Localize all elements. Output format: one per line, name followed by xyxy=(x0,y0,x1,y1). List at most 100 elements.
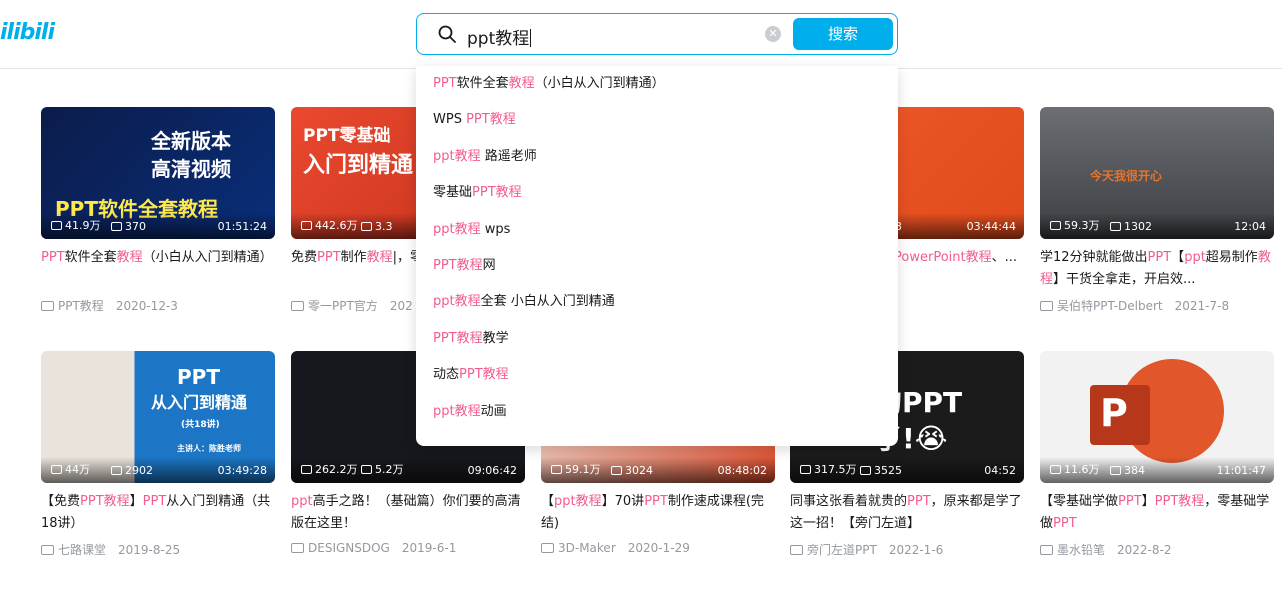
video-meta: DESIGNSDOG 2019-6-1 xyxy=(291,541,525,555)
danmaku-icon xyxy=(111,466,122,475)
danmaku-count: 370 xyxy=(111,220,146,233)
video-title[interactable]: 【免费PPT教程】PPT从入门到精通（共18讲） xyxy=(41,491,275,535)
suggestion-text: ppt xyxy=(433,148,455,164)
suggestion-item[interactable]: 动态PPT教程 xyxy=(416,357,898,393)
video-title[interactable]: 【ppt教程】70讲PPT制作速成课程(完结) xyxy=(541,491,775,535)
thumbnail-text: 主讲人：陈胜老师 xyxy=(177,444,241,453)
suggestion-text: PPT xyxy=(433,76,457,91)
video-card[interactable]: 全新版本 高清视频 PPT软件全套教程 41.9万 370 01:51:24 PPT软件全套… xyxy=(41,107,275,314)
video-card[interactable]: PPT 从入门到精通 (共18讲) 主讲人：陈胜老师 44万 2902 03:49:28 【免… xyxy=(41,351,275,558)
search-input[interactable]: ppt教程 xyxy=(467,24,532,49)
suggestion-item[interactable]: ppt教程 wps xyxy=(416,212,898,248)
suggestion-text: （小白从入门到精通） xyxy=(534,76,665,91)
thumbnail-text: 全新版本 xyxy=(151,129,231,153)
uploader-name[interactable]: 3D-Maker xyxy=(558,541,616,555)
uploader-name[interactable]: 零一PPT官方 xyxy=(308,299,378,313)
uploader-name[interactable]: 旁门左道PPT xyxy=(807,543,877,557)
suggestion-text: PPT xyxy=(433,257,457,273)
thumbnail-text: 今天我很开心 xyxy=(1090,169,1163,183)
suggestion-item[interactable]: PPT软件全套教程（小白从入门到精通） xyxy=(416,66,898,102)
view-count: 262.2万 xyxy=(301,461,358,477)
suggestion-text: ppt xyxy=(433,403,455,419)
suggestion-text: 路遥老师 xyxy=(480,148,537,164)
upload-date: 2022-8-2 xyxy=(1117,543,1172,557)
suggestion-item[interactable]: ppt教程 路遥老师 xyxy=(416,139,898,175)
suggestion-text: WPS xyxy=(433,112,467,128)
suggestion-text: 动画 xyxy=(480,403,507,419)
bilibili-logo[interactable]: ilibili xyxy=(0,20,55,45)
video-meta: 旁门左道PPT 2022-1-6 xyxy=(790,541,1024,558)
uploader-icon xyxy=(790,545,803,555)
thumbnail-text: PPT xyxy=(177,365,220,389)
video-stats: 41.9万 370 01:51:24 xyxy=(41,213,275,239)
video-meta: 墨水铅笔 2022-8-2 xyxy=(1040,541,1274,558)
video-duration: 11:01:47 xyxy=(1216,464,1266,477)
suggestion-text: PPT xyxy=(466,112,490,128)
thumbnail-text: (共18讲) xyxy=(181,420,220,430)
play-icon xyxy=(51,465,62,474)
play-icon xyxy=(551,465,562,474)
thumbnail-text: 入门到精通 xyxy=(303,153,414,178)
suggestion-text: 教程 xyxy=(456,257,483,273)
view-count: 44万 xyxy=(51,461,90,477)
video-card[interactable]: P 11.6万 384 11:01:47 【零基础学做PPT】PPT教程，零基础学做PP… xyxy=(1040,351,1274,558)
suggestion-item[interactable]: ppt教程全套 小白从入门到精通 xyxy=(416,284,898,320)
danmaku-icon xyxy=(361,222,372,231)
uploader-name[interactable]: DESIGNSDOG xyxy=(308,541,390,555)
video-stats: 59.3万 1302 12:04 xyxy=(1040,213,1274,239)
video-thumbnail[interactable]: P 11.6万 384 11:01:47 xyxy=(1040,351,1274,483)
suggestion-text: 动态 xyxy=(433,367,460,383)
suggestion-text: 全套 小白从入门到精通 xyxy=(480,294,615,310)
video-stats: 44万 2902 03:49:28 xyxy=(41,457,275,483)
suggestion-text: PPT xyxy=(459,367,483,383)
video-thumbnail[interactable]: PPT 从入门到精通 (共18讲) 主讲人：陈胜老师 44万 2902 03:49:28 xyxy=(41,351,275,483)
thumbnail-text: P xyxy=(1100,391,1128,435)
danmaku-icon xyxy=(1110,222,1121,231)
video-stats: 317.5万 3525 04:52 xyxy=(790,457,1024,483)
upload-date: 2020-1-29 xyxy=(627,541,690,555)
video-title[interactable]: PPT软件全套教程（小白从入门到精通） xyxy=(41,247,275,291)
video-thumbnail[interactable]: 今天我很开心 59.3万 1302 12:04 xyxy=(1040,107,1274,239)
uploader-name[interactable]: 七路课堂 xyxy=(58,543,106,557)
clear-icon[interactable]: ✕ xyxy=(765,26,781,42)
danmaku-icon xyxy=(1110,466,1121,475)
search-suggestions: PPT软件全套教程（小白从入门到精通） WPS PPT教程 ppt教程 路遥老师 零基… xyxy=(416,66,898,446)
search-box[interactable]: ppt教程 ✕ 搜索 xyxy=(416,13,898,55)
video-title[interactable]: 学12分钟就能做出PPT【ppt超易制作教程】干货全拿走，开启效... xyxy=(1040,247,1274,291)
view-count: 59.1万 xyxy=(551,461,601,477)
video-title[interactable]: ppt高手之路！（基础篇）你们要的高清版在这里！ xyxy=(291,491,525,535)
video-thumbnail[interactable]: 全新版本 高清视频 PPT软件全套教程 41.9万 370 01:51:24 xyxy=(41,107,275,239)
suggestion-text: 网 xyxy=(482,257,496,273)
danmaku-count: 3.3 xyxy=(361,220,393,233)
video-meta: PPT教程 2020-12-3 xyxy=(41,297,275,314)
upload-date: 2019-6-1 xyxy=(401,541,457,555)
video-title[interactable]: 同事这张看着就贵的PPT，原来都是学了这一招！【旁门左道】 xyxy=(790,491,1024,535)
video-title[interactable]: 【零基础学做PPT】PPT教程，零基础学做PPT xyxy=(1040,491,1274,535)
uploader-icon xyxy=(291,543,304,553)
video-card[interactable]: 今天我很开心 59.3万 1302 12:04 学12分钟就能做出PPT【ppt超易制作… xyxy=(1040,107,1274,314)
video-meta: 3D-Maker 2020-1-29 xyxy=(541,541,775,555)
suggestion-item[interactable]: PPT教程教学 xyxy=(416,321,898,357)
thumbnail-text: 高清视频 xyxy=(151,157,231,181)
danmaku-icon xyxy=(860,466,871,475)
suggestion-text: 零基础 xyxy=(433,185,473,201)
uploader-name[interactable]: PPT教程 xyxy=(58,299,104,313)
uploader-icon xyxy=(541,543,554,553)
danmaku-count: 384 xyxy=(1110,464,1145,477)
view-count: 442.6万 xyxy=(301,217,358,233)
suggestion-text: 教程 xyxy=(454,221,481,237)
uploader-name[interactable]: 墨水铅笔 xyxy=(1057,543,1105,557)
suggestion-item[interactable]: 零基础PPT教程 xyxy=(416,175,898,211)
suggestion-item[interactable]: ppt教程动画 xyxy=(416,394,898,430)
suggestion-text: 教程 xyxy=(508,76,535,91)
suggestion-item[interactable]: PPT教程网 xyxy=(416,248,898,284)
search-button[interactable]: 搜索 xyxy=(793,18,893,50)
danmaku-icon xyxy=(111,222,122,231)
video-duration: 03:44:44 xyxy=(966,220,1016,233)
suggestion-text: 教程 xyxy=(495,185,522,201)
play-icon xyxy=(301,465,312,474)
video-meta: 吴伯特PPT-Delbert 2021-7-8 xyxy=(1040,297,1274,314)
uploader-name[interactable]: 吴伯特PPT-Delbert xyxy=(1057,299,1163,313)
suggestion-item[interactable]: WPS PPT教程 xyxy=(416,102,898,138)
suggestion-text: PPT xyxy=(472,185,496,201)
